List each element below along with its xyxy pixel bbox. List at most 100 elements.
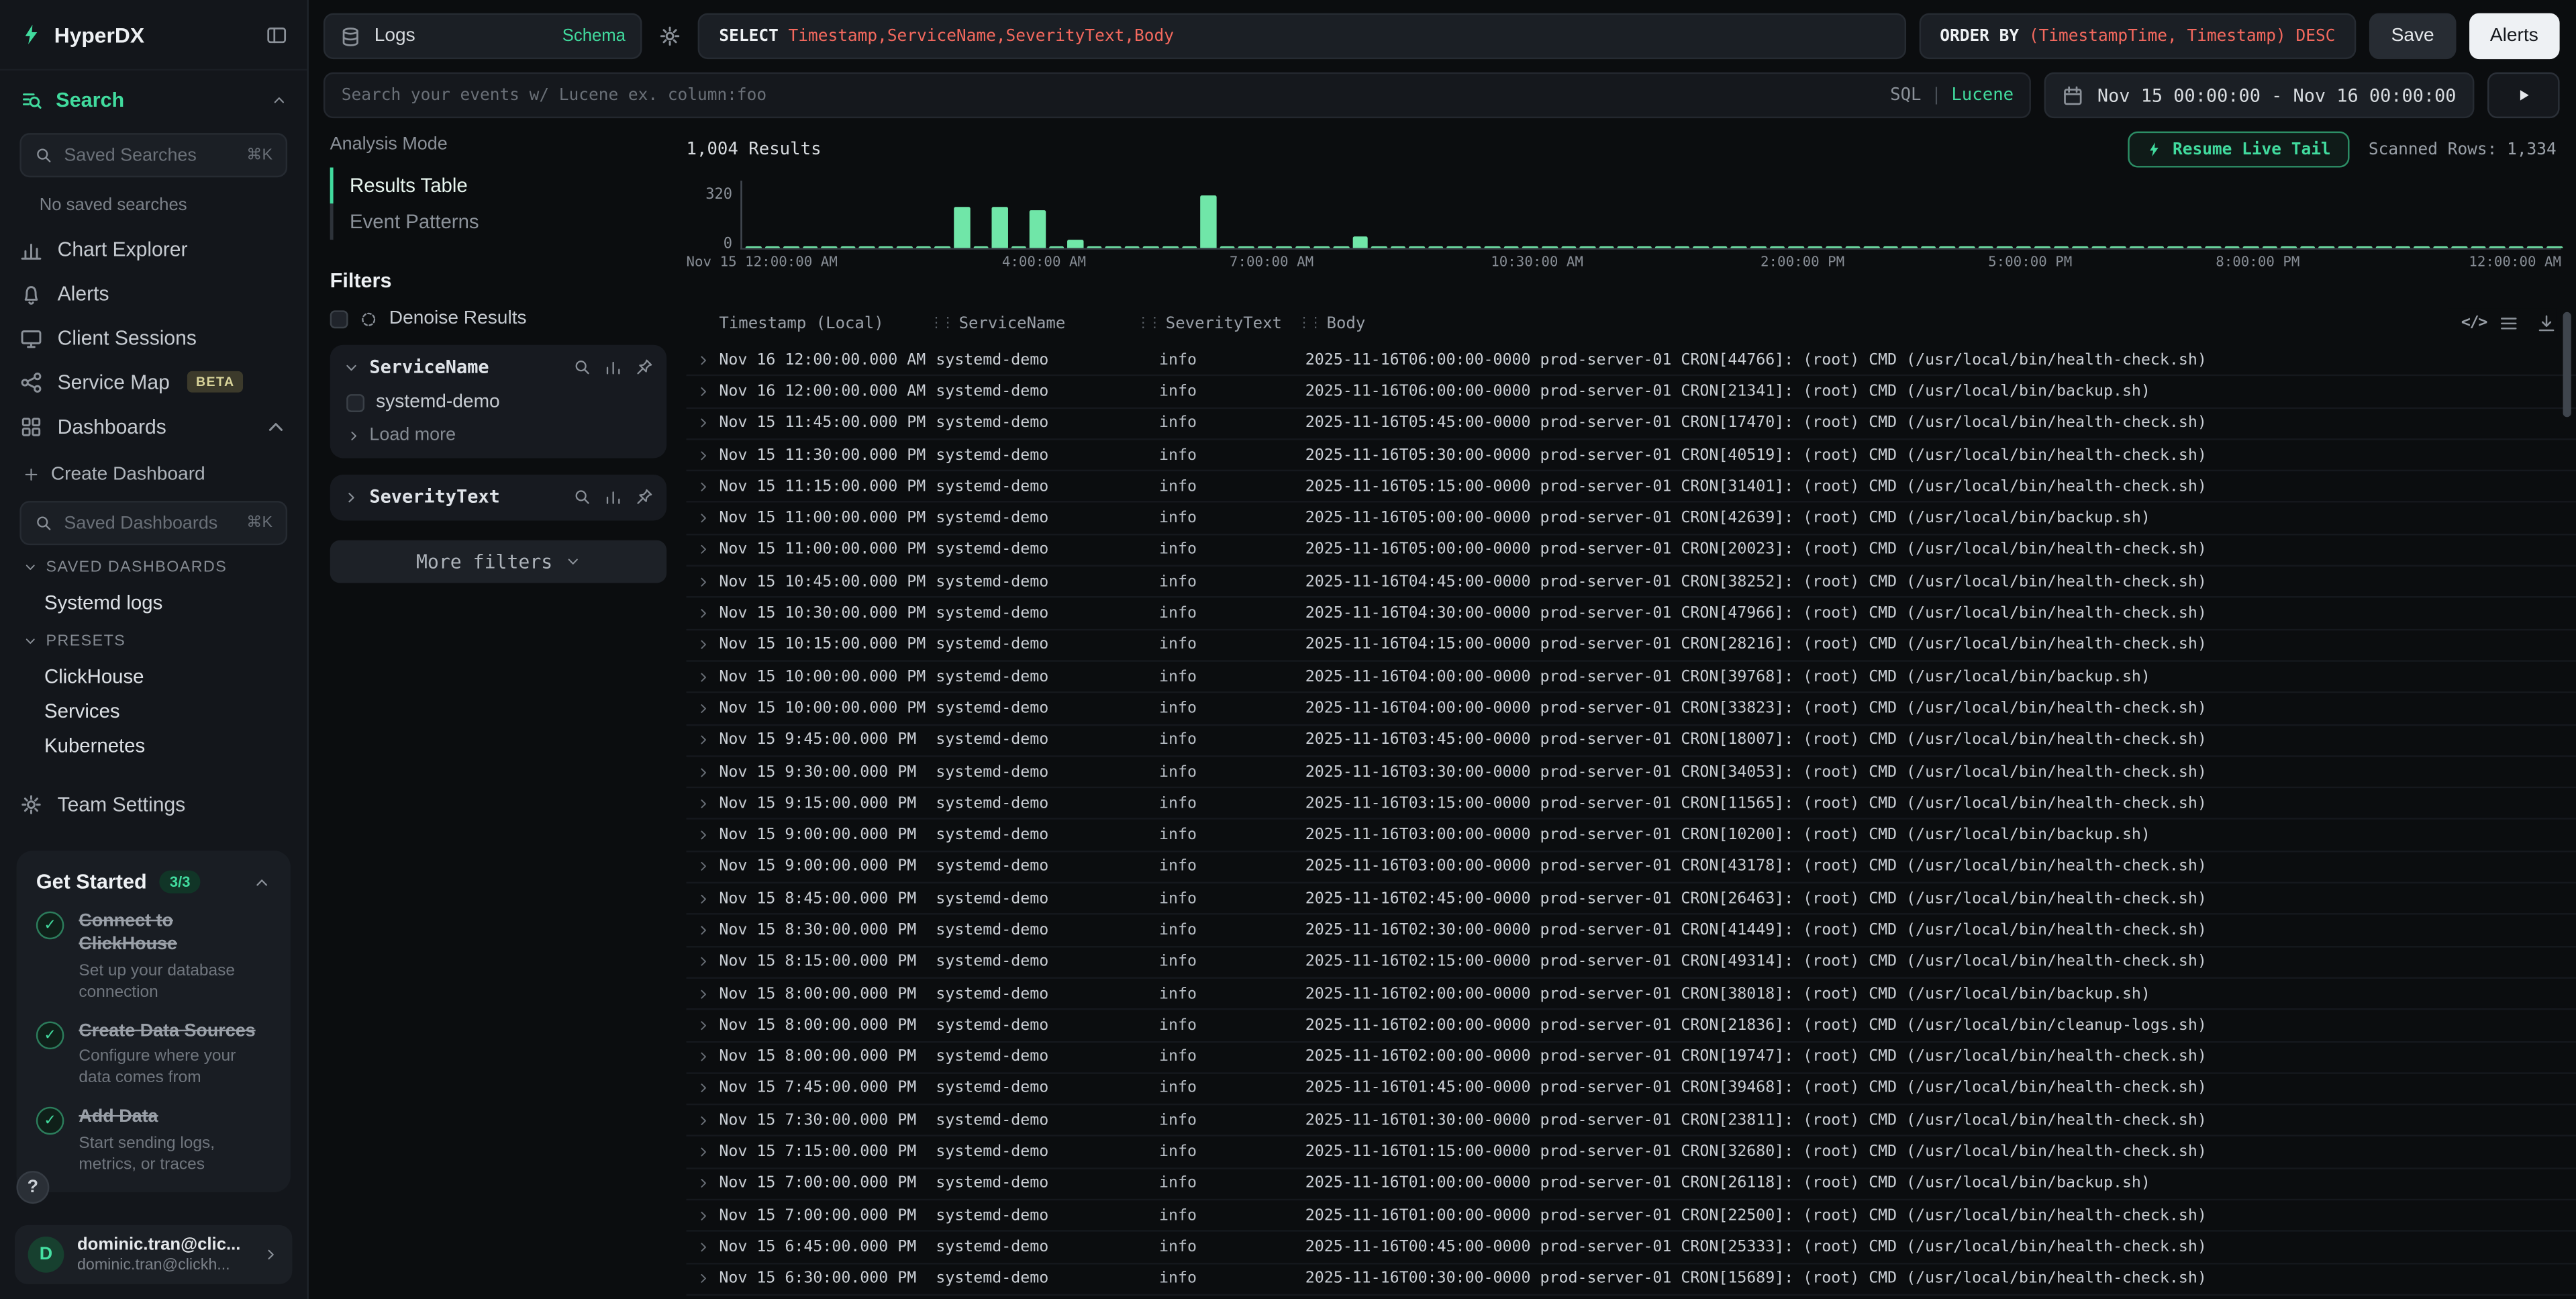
histogram-bar[interactable] [2206,246,2221,248]
order-by-input[interactable]: ORDER BY (TimestampTime, Timestamp) DESC [1918,13,2357,59]
table-row[interactable]: Nov 15 9:00:00.000 PMsystemd-demoinfo202… [687,820,2576,852]
histogram-bar[interactable] [992,206,1007,248]
expand-row-chevron-icon[interactable] [696,352,711,367]
expand-row-chevron-icon[interactable] [696,765,711,779]
table-row[interactable]: Nov 15 6:15:00.000 PMsystemd-demoinfo202… [687,1296,2576,1299]
histogram-bar[interactable] [1068,240,1083,248]
histogram-bar[interactable] [1409,246,1424,248]
histogram-bar[interactable] [2016,246,2031,248]
expand-row-chevron-icon[interactable] [696,542,711,557]
histogram-bar[interactable] [1561,246,1576,248]
expand-row-chevron-icon[interactable] [696,574,711,589]
expand-row-chevron-icon[interactable] [696,606,711,621]
code-icon[interactable]: </> [2461,314,2481,333]
dashboard-group-header-presets[interactable]: PRESETS [0,622,307,659]
histogram-bar[interactable] [1997,246,2012,248]
table-row[interactable]: Nov 15 9:15:00.000 PMsystemd-demoinfo202… [687,789,2576,820]
get-started-step-add-data[interactable]: ✓Add DataStart sending logs, metrics, or… [36,1107,271,1175]
histogram-bar[interactable] [1959,246,1974,248]
histogram-bar[interactable] [2319,246,2334,248]
histogram-bar[interactable] [2300,246,2316,248]
expand-row-chevron-icon[interactable] [696,923,711,938]
histogram-bar[interactable] [1693,246,1709,248]
sidebar-item-team-settings[interactable]: Team Settings [0,781,307,826]
expand-row-chevron-icon[interactable] [696,669,711,684]
expand-row-chevron-icon[interactable] [696,1208,711,1223]
histogram-bar[interactable] [2281,246,2296,248]
histogram-bar[interactable] [2546,246,2562,248]
histogram-bar[interactable] [2452,246,2467,248]
histogram-bar[interactable] [1162,246,1178,248]
hyperdx-logo[interactable]: HyperDX [19,22,144,47]
histogram-bar[interactable] [897,246,913,248]
table-row[interactable]: Nov 15 10:15:00.000 PMsystemd-demoinfo20… [687,630,2576,662]
histogram-bar[interactable] [1295,246,1311,248]
histogram-bar[interactable] [2110,246,2126,248]
user-menu[interactable]: D dominic.tran@clic... dominic.tran@clic… [15,1225,292,1284]
facet-header-severitytext[interactable]: SeverityText [343,486,653,508]
histogram-bar[interactable] [2338,246,2353,248]
histogram-bar[interactable] [1276,246,1291,248]
histogram-bar[interactable] [1485,246,1500,248]
expand-row-chevron-icon[interactable] [696,1240,711,1255]
histogram-bar[interactable] [1750,246,1766,248]
histogram-bar[interactable] [1902,246,1918,248]
expand-row-chevron-icon[interactable] [696,448,711,463]
histogram-bar[interactable] [1788,246,1803,248]
source-selector[interactable]: Logs Schema [324,13,642,59]
histogram-bar[interactable] [1769,246,1785,248]
chevron-right-icon[interactable] [343,489,359,505]
scrollbar-thumb[interactable] [2563,312,2571,418]
sidebar-item-client-sessions[interactable]: Client Sessions [0,316,307,360]
histogram-bar[interactable] [2148,246,2164,248]
source-settings-gear-icon[interactable] [658,25,681,48]
sidebar-item-services[interactable]: Services [0,693,307,727]
histogram-bar[interactable] [1428,246,1443,248]
histogram-bar[interactable] [2395,246,2410,248]
column-header-timestamp-local[interactable]: Timestamp (Local) [719,314,929,332]
histogram-bar[interactable] [1636,246,1652,248]
select-clause-input[interactable]: SELECT Timestamp,ServiceName,SeverityTex… [698,13,1905,59]
save-button[interactable]: Save [2370,13,2456,59]
download-icon[interactable] [2536,314,2556,333]
histogram-bar[interactable] [1466,246,1481,248]
expand-row-chevron-icon[interactable] [696,1081,711,1096]
histogram-bar[interactable] [1731,246,1746,248]
histogram-bar[interactable] [2489,246,2505,248]
column-drag-handle-icon[interactable]: ⋮⋮ [1136,316,1159,332]
facet-header-servicename[interactable]: ServiceName [343,356,653,378]
column-drag-handle-icon[interactable]: ⋮⋮ [1297,316,1320,332]
histogram-bar[interactable] [1220,246,1235,248]
facet-chart-icon[interactable] [604,358,622,376]
expand-row-chevron-icon[interactable] [696,1113,711,1128]
table-row[interactable]: Nov 15 8:15:00.000 PMsystemd-demoinfo202… [687,947,2576,979]
table-row[interactable]: Nov 15 11:30:00.000 PMsystemd-demoinfo20… [687,440,2576,471]
histogram-bar[interactable] [2130,246,2145,248]
histogram-bar[interactable] [1390,246,1405,248]
expand-row-chevron-icon[interactable] [696,986,711,1001]
expand-row-chevron-icon[interactable] [696,1145,711,1159]
table-row[interactable]: Nov 15 6:30:00.000 PMsystemd-demoinfo202… [687,1264,2576,1296]
expand-row-chevron-icon[interactable] [696,859,711,874]
table-row[interactable]: Nov 15 7:45:00.000 PMsystemd-demoinfo202… [687,1073,2576,1105]
sidebar-item-service-map[interactable]: Service MapBETA [0,360,307,404]
histogram-bar[interactable] [1049,246,1064,248]
table-row[interactable]: Nov 15 8:00:00.000 PMsystemd-demoinfo202… [687,1042,2576,1073]
histogram-bar[interactable] [1921,246,1936,248]
expand-row-chevron-icon[interactable] [696,479,711,494]
lucene-mode-toggle[interactable]: Lucene [1951,85,2014,105]
table-row[interactable]: Nov 15 7:00:00.000 PMsystemd-demoinfo202… [687,1200,2576,1232]
histogram-bar[interactable] [764,246,780,248]
sidebar-item-chart-explorer[interactable]: Chart Explorer [0,227,307,271]
saved-dashboards-input[interactable]: Saved Dashboards ⌘K [19,501,287,545]
histogram-bar[interactable] [2376,246,2391,248]
table-row[interactable]: Nov 16 12:00:00.000 AMsystemd-demoinfo20… [687,377,2576,408]
sidebar-item-clickhouse[interactable]: ClickHouse [0,659,307,693]
run-query-button[interactable] [2487,73,2560,118]
histogram-bar[interactable] [1845,246,1861,248]
histogram-bar[interactable] [2262,246,2277,248]
expand-row-chevron-icon[interactable] [696,416,711,430]
histogram-bar[interactable] [1864,246,1879,248]
histogram-bar[interactable] [1542,246,1557,248]
histogram-bar[interactable] [2243,246,2259,248]
